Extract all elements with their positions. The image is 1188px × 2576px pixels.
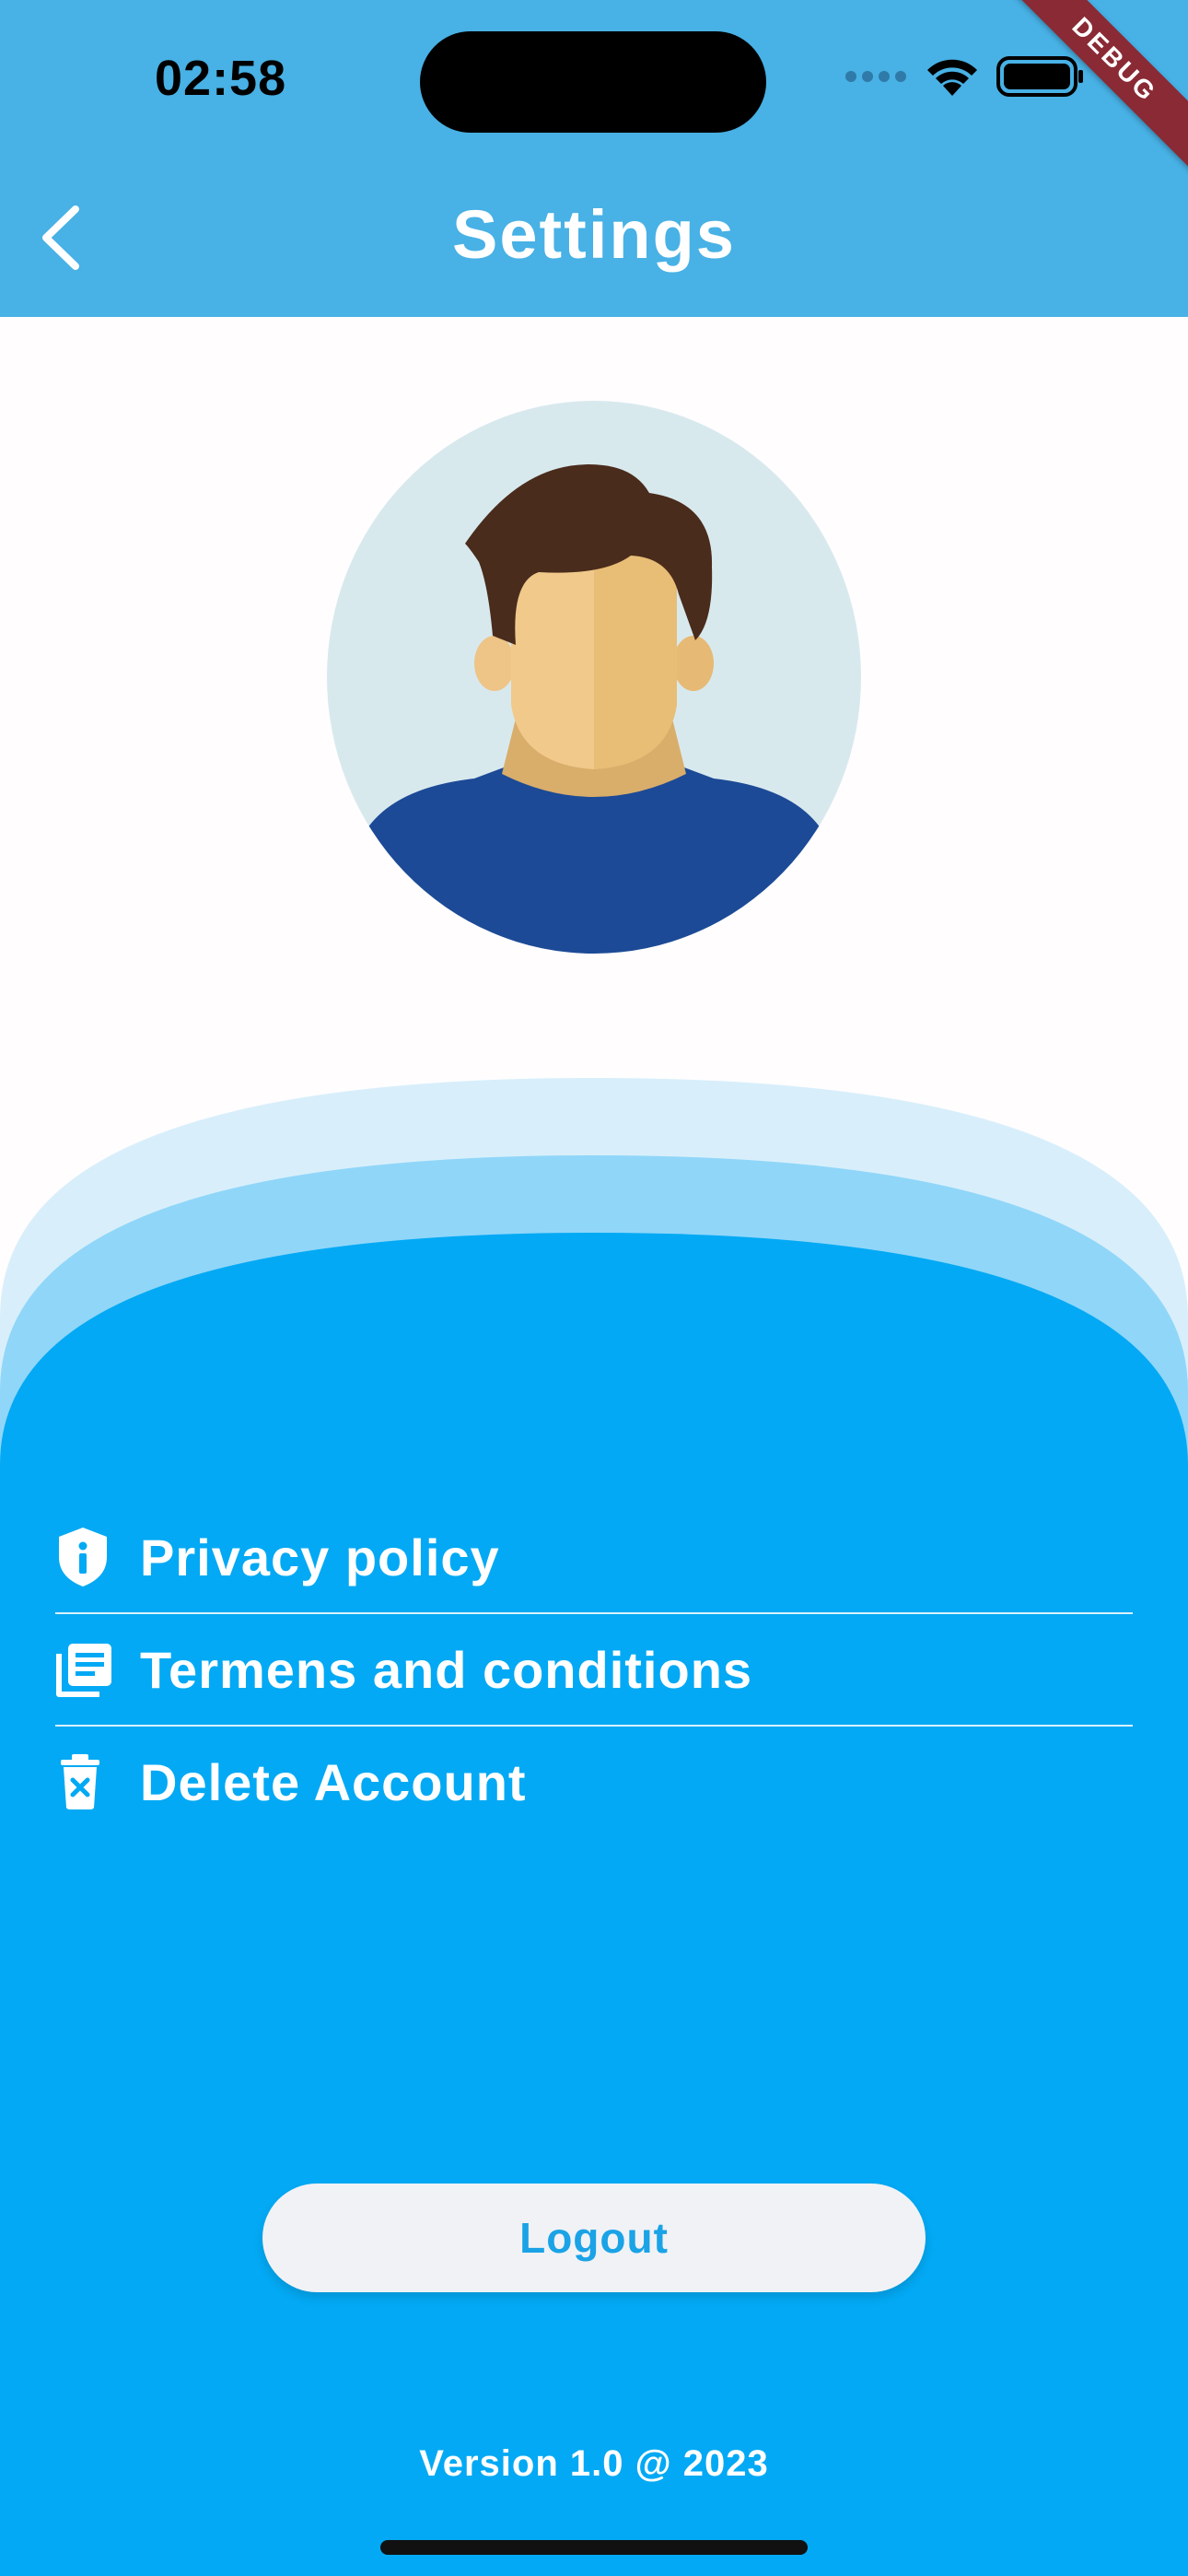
settings-menu: Privacy policy Termens and conditions De… — [55, 1502, 1133, 1837]
menu-item-label: Privacy policy — [140, 1528, 500, 1587]
status-time: 02:58 — [155, 51, 287, 106]
signal-dots-icon — [844, 69, 908, 88]
document-stack-icon — [55, 1636, 122, 1703]
version-text: Version 1.0 @ 2023 — [419, 2443, 769, 2484]
home-indicator[interactable] — [380, 2540, 808, 2555]
dynamic-island — [420, 31, 766, 133]
trash-x-icon — [55, 1749, 122, 1815]
logout-button[interactable]: Logout — [262, 2184, 926, 2292]
menu-item-delete-account[interactable]: Delete Account — [55, 1727, 1133, 1837]
avatar — [327, 401, 861, 954]
menu-item-terms-and-conditions[interactable]: Termens and conditions — [55, 1614, 1133, 1725]
app-bar: 02:58 DEBUG Settings — [0, 0, 1188, 317]
menu-item-privacy-policy[interactable]: Privacy policy — [55, 1502, 1133, 1612]
wifi-icon — [925, 55, 980, 102]
battery-icon — [996, 55, 1085, 101]
settings-screen: 02:58 DEBUG Settings Privacy policy Term… — [0, 0, 1188, 2576]
page-title: Settings — [452, 196, 736, 273]
menu-item-label: Termens and conditions — [140, 1640, 753, 1699]
status-icons — [844, 55, 1085, 101]
menu-item-label: Delete Account — [140, 1752, 527, 1811]
shield-info-icon — [55, 1524, 122, 1590]
